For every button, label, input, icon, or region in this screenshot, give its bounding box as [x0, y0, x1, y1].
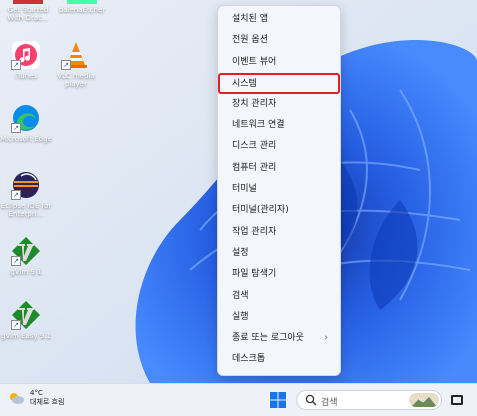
search-placeholder: 검색 [321, 398, 338, 408]
cloudy-weather-icon [10, 393, 24, 404]
task-view-icon[interactable] [450, 393, 464, 407]
edge-icon: ↗ [11, 103, 41, 133]
menu-item-network-connections[interactable]: 네트워크 연결 [222, 115, 336, 136]
desktop-icon-gvimeasy[interactable]: ↗ gVim Easy 9.1 [0, 300, 52, 340]
menu-item-settings[interactable]: 설정 [222, 243, 336, 264]
menu-item-device-manager[interactable]: 장치 관리자 [222, 94, 336, 115]
desktop-icon-label: gVim 9.1 [10, 268, 42, 276]
chevron-right-icon: › [324, 333, 328, 344]
menu-item-label: 설치된 앱 [232, 14, 268, 24]
taskbar-search-box[interactable]: 검색 [296, 390, 442, 410]
menu-item-label: 작업 관리자 [232, 226, 277, 237]
menu-item-task-manager[interactable]: 작업 관리자 [222, 222, 336, 243]
shortcut-arrow-icon: ↗ [11, 256, 21, 266]
getstarted-icon [13, 0, 43, 4]
shortcut-arrow-icon: ↗ [11, 320, 21, 330]
menu-item-label: 파일 탐색기 [232, 269, 277, 280]
search-icon [305, 394, 317, 406]
menu-item-label: 데스크톱 [232, 354, 266, 365]
menu-item-file-explorer[interactable]: 파일 탐색기 [222, 264, 336, 285]
quick-link-context-menu: 설치된 앱 전원 옵션 이벤트 뷰어 시스템 장치 관리자 네트워크 연결 디스… [217, 5, 341, 376]
windows-start-icon[interactable] [270, 392, 286, 408]
gvim-easy-icon: ↗ [11, 300, 41, 330]
desktop-icon-balenaetcher[interactable]: balenaEtcher [56, 0, 108, 14]
weather-description: 대체로 흐림 [30, 398, 65, 406]
taskbar: 4°C 대체로 흐림 검색 [0, 383, 477, 416]
vlc-cone-icon: ↗ [61, 40, 91, 70]
menu-item-label: 설정 [232, 247, 249, 258]
menu-item-label: 실행 [232, 311, 249, 322]
desktop-icon-label: Eclipse IDE for Enterpri... [0, 202, 52, 218]
menu-item-label: 이벤트 뷰어 [232, 56, 277, 67]
desktop-icon-label: Get Started With Orac... [7, 6, 49, 22]
menu-item-disk-management[interactable]: 디스크 관리 [222, 136, 336, 157]
menu-item-label: 터미널 [232, 184, 257, 195]
menu-item-label: 종료 또는 로그아웃 [232, 333, 304, 344]
eclipse-icon: ↗ [11, 170, 41, 200]
desktop-icon-eclipse[interactable]: ↗ Eclipse IDE for Enterpri... [0, 170, 52, 218]
balenaetcher-icon [67, 0, 97, 4]
desktop-icon-label: balenaEtcher [58, 6, 106, 14]
desktop-icon-label: VLC media player [57, 72, 95, 88]
menu-item-power-options[interactable]: 전원 옵션 [222, 30, 336, 51]
menu-item-terminal-admin[interactable]: 터미널(관리자) [222, 200, 336, 221]
menu-item-installed-apps[interactable]: 설치된 앱 [222, 9, 336, 30]
menu-item-terminal[interactable]: 터미널 [222, 179, 336, 200]
desktop-icon-label: Microsoft Edge [0, 135, 52, 143]
menu-item-label: 컴퓨터 관리 [232, 162, 277, 173]
gvim-icon: ↗ [11, 236, 41, 266]
menu-item-search[interactable]: 검색 [222, 286, 336, 307]
menu-item-desktop[interactable]: 데스크톱 [222, 349, 336, 370]
weather-temperature: 4°C [30, 389, 43, 397]
menu-item-label: 디스크 관리 [232, 141, 277, 152]
desktop-icon-label: gVim Easy 9.1 [1, 332, 51, 340]
shortcut-arrow-icon: ↗ [11, 60, 21, 70]
shortcut-arrow-icon: ↗ [61, 60, 71, 70]
menu-item-system[interactable]: 시스템 [218, 72, 340, 94]
menu-item-event-viewer[interactable]: 이벤트 뷰어 [222, 52, 336, 73]
menu-item-label: 네트워크 연결 [232, 120, 285, 131]
menu-item-computer-management[interactable]: 컴퓨터 관리 [222, 158, 336, 179]
desktop-icon-gvim[interactable]: ↗ gVim 9.1 [0, 236, 52, 276]
shortcut-arrow-icon: ↗ [11, 123, 21, 133]
desktop-icon-itunes[interactable]: ↗ iTunes [0, 40, 52, 80]
menu-item-label: 터미널(관리자) [232, 205, 289, 216]
search-highlight-image [409, 393, 439, 407]
menu-item-label: 전원 옵션 [232, 35, 268, 46]
itunes-icon: ↗ [11, 40, 41, 70]
desktop-icon-edge[interactable]: ↗ Microsoft Edge [0, 103, 52, 143]
desktop-icon-getstarted[interactable]: Get Started With Orac... [2, 0, 54, 22]
menu-item-label: 검색 [232, 290, 249, 301]
menu-item-shutdown-signout[interactable]: 종료 또는 로그아웃 › [222, 328, 336, 349]
menu-item-label: 시스템 [232, 78, 257, 89]
menu-item-run[interactable]: 실행 [222, 307, 336, 328]
desktop-icon-vlc[interactable]: ↗ VLC media player [50, 40, 102, 88]
shortcut-arrow-icon: ↗ [11, 190, 21, 200]
menu-item-label: 장치 관리자 [232, 98, 277, 109]
desktop-icon-label: iTunes [15, 72, 37, 80]
